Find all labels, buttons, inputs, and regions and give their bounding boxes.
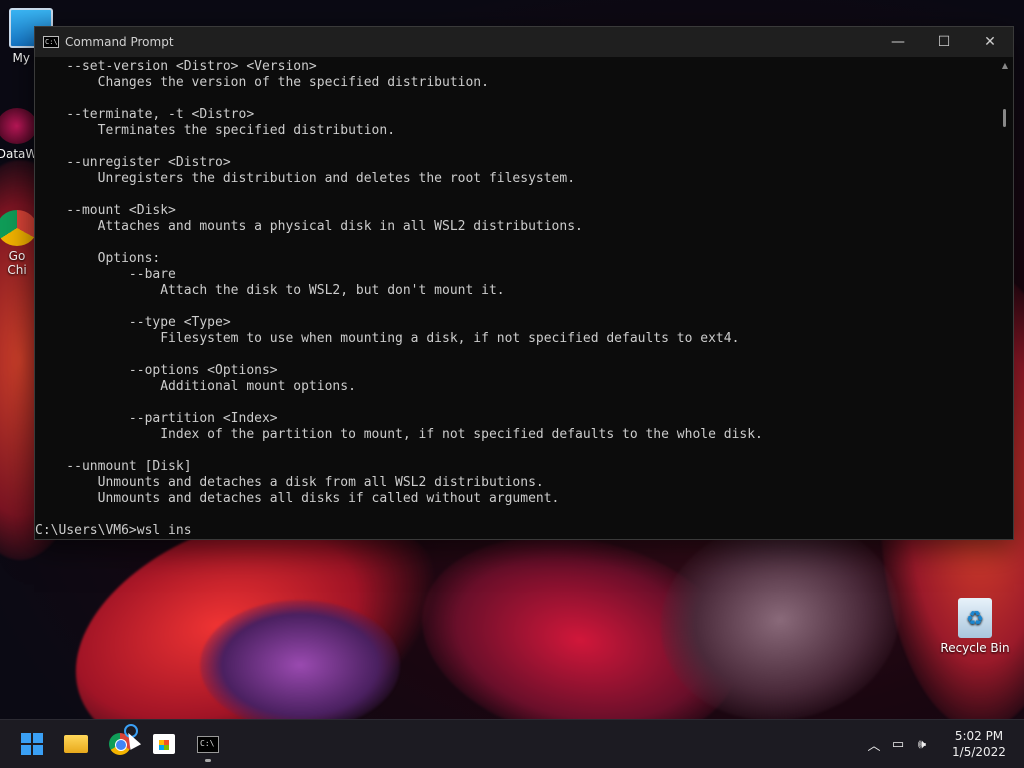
- command-prompt-window: C:\ Command Prompt — ☐ ✕ --set-version <…: [34, 26, 1014, 540]
- folder-icon: [64, 735, 88, 753]
- cmd-icon: C:\: [197, 735, 219, 753]
- desktop-icon-label: Recycle Bin: [940, 641, 1010, 655]
- datawrapper-icon: [0, 108, 37, 144]
- taskbar-microsoft-store[interactable]: [144, 724, 184, 764]
- active-app-indicator: [205, 759, 211, 762]
- clock-date: 1/5/2022: [952, 745, 1006, 759]
- recycle-bin-icon: ♻: [958, 598, 992, 638]
- wallpaper-ribbon: [200, 600, 400, 730]
- desktop-icon-recycle-bin[interactable]: ♻ Recycle Bin: [940, 598, 1010, 655]
- scroll-thumb[interactable]: [1003, 109, 1006, 127]
- volume-icon[interactable]: 🕪: [910, 737, 934, 752]
- clock[interactable]: 5:02 PM 1/5/2022: [934, 728, 1024, 760]
- system-tray: ︿ ▭ 🕪 5:02 PM 1/5/2022: [862, 720, 1024, 768]
- cmd-icon: C:\: [43, 36, 59, 48]
- vertical-scrollbar[interactable]: ▲: [997, 57, 1013, 539]
- windows-logo-icon: [21, 733, 43, 755]
- window-titlebar[interactable]: C:\ Command Prompt — ☐ ✕: [35, 27, 1013, 57]
- store-icon: [153, 734, 175, 754]
- taskbar-file-explorer[interactable]: [56, 724, 96, 764]
- window-title: Command Prompt: [65, 35, 174, 49]
- taskbar: C:\ ︿ ▭ 🕪 5:02 PM 1/5/2022: [0, 719, 1024, 768]
- clock-time: 5:02 PM: [954, 729, 1004, 743]
- taskbar-command-prompt[interactable]: C:\: [188, 724, 228, 764]
- start-button[interactable]: [12, 724, 52, 764]
- console-text[interactable]: --set-version <Distro> <Version> Changes…: [35, 59, 997, 539]
- network-icon[interactable]: ▭: [886, 737, 910, 752]
- maximize-button[interactable]: ☐: [921, 27, 967, 57]
- console-output[interactable]: --set-version <Distro> <Version> Changes…: [35, 57, 997, 539]
- minimize-button[interactable]: —: [875, 27, 921, 57]
- chevron-up-icon[interactable]: ︿: [862, 735, 886, 754]
- chrome-icon: [0, 210, 37, 246]
- close-button[interactable]: ✕: [967, 27, 1013, 57]
- scroll-up-arrow-icon[interactable]: ▲: [997, 57, 1013, 73]
